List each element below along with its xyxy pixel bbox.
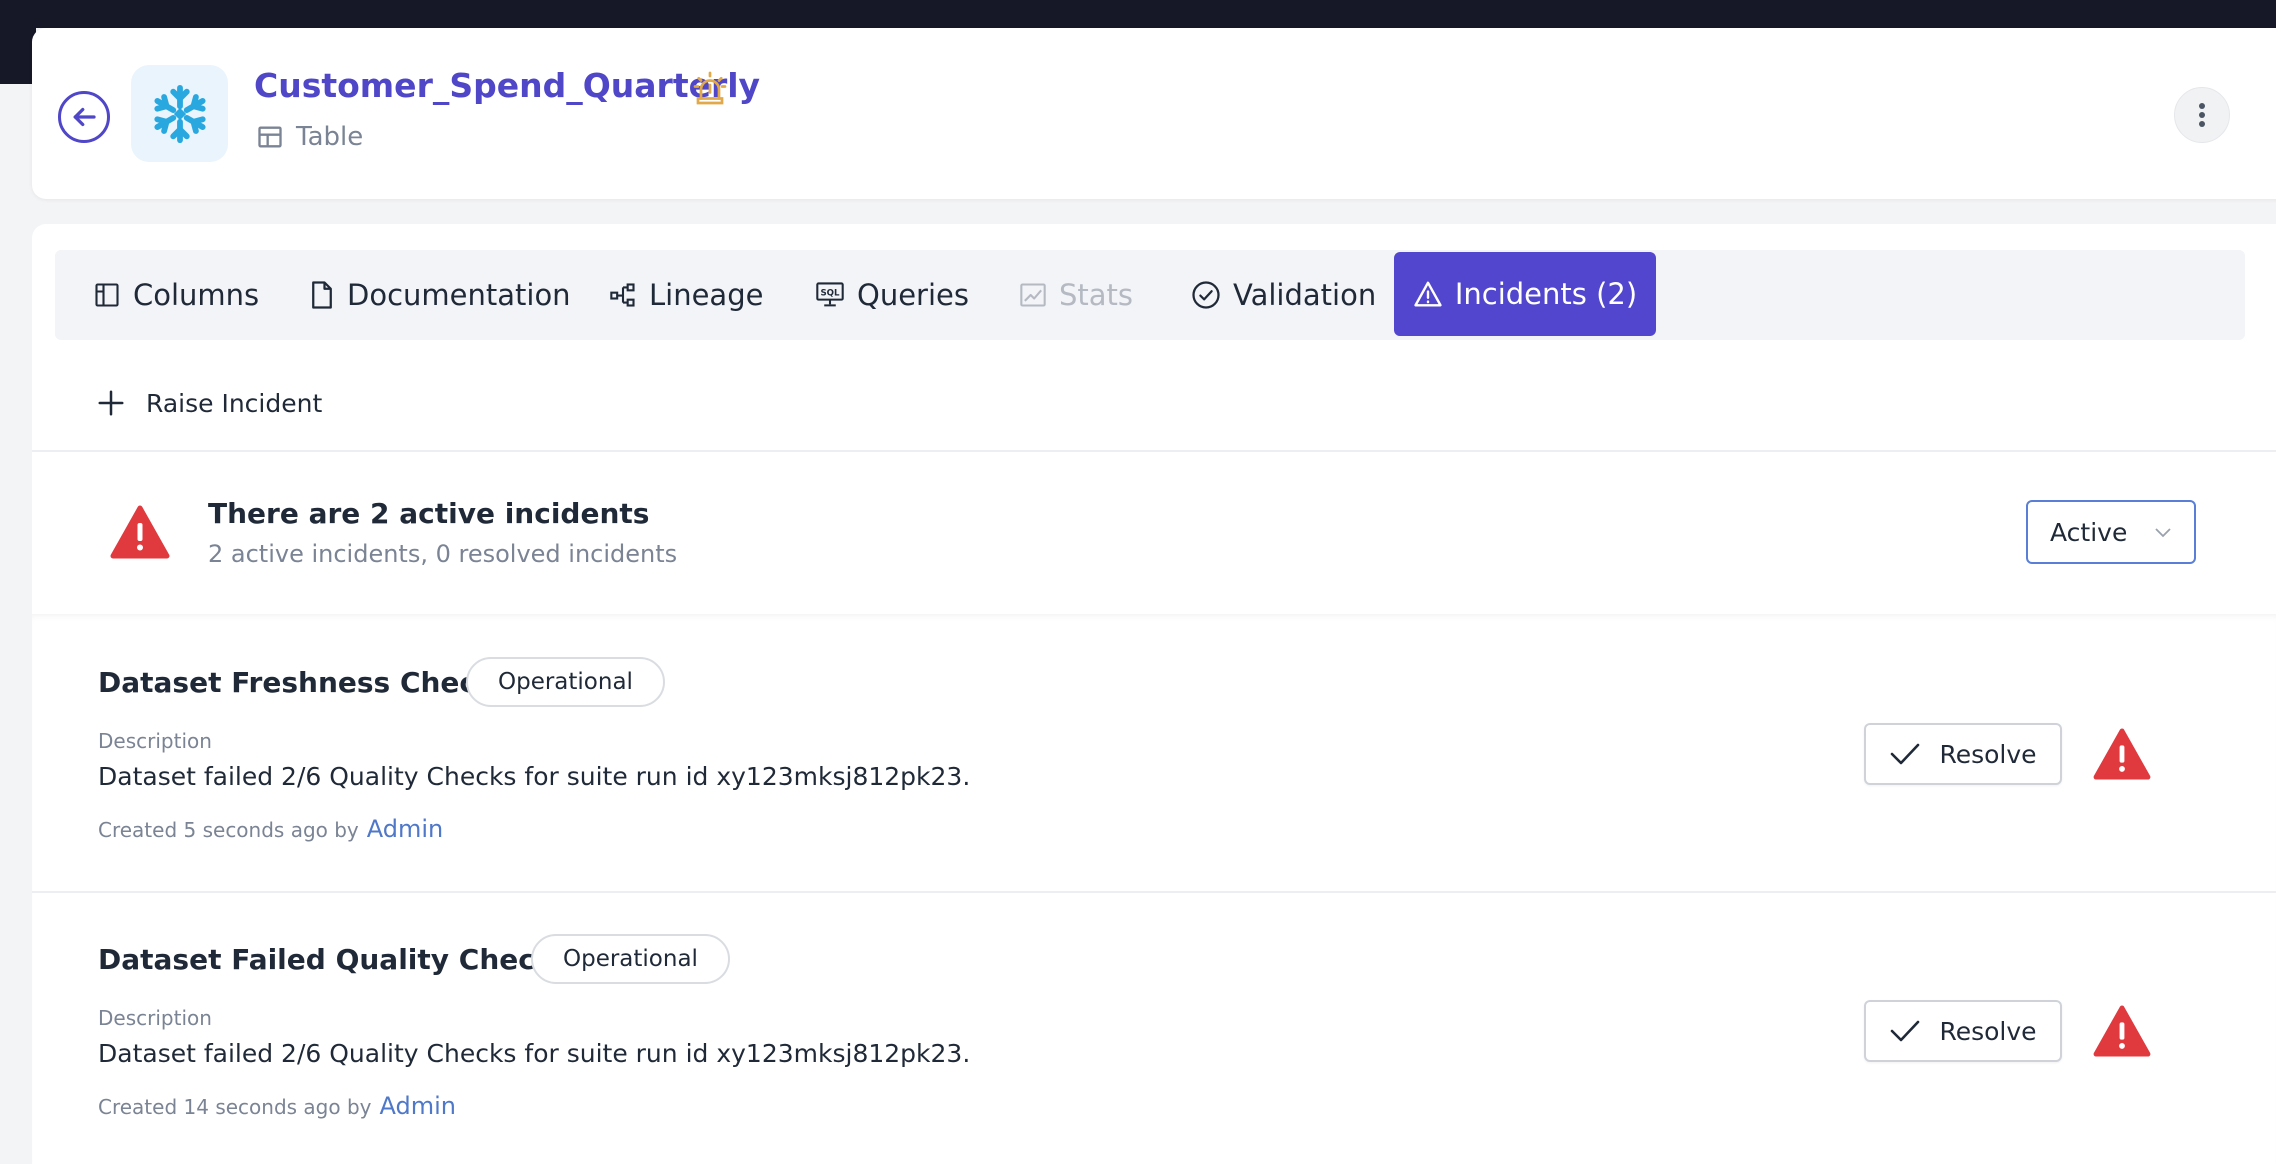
resolve-button[interactable]: Resolve [1864, 1000, 2062, 1062]
incident-summary-subtitle: 2 active incidents, 0 resolved incidents [208, 540, 678, 568]
raise-incident-button[interactable]: Raise Incident [96, 388, 322, 418]
tab-queries[interactable]: SQL Queries [815, 250, 969, 340]
chevron-down-icon [2155, 528, 2171, 538]
incident-description-label: Description [98, 1006, 212, 1030]
tab-label: Validation [1233, 278, 1377, 312]
incident-warning-icon [2093, 728, 2151, 780]
incident-meta: Created 5 seconds ago by Admin [98, 815, 443, 843]
incident-warning-icon [2093, 1005, 2151, 1057]
document-icon [312, 281, 332, 309]
incident-created: Created 5 seconds ago by [98, 818, 359, 842]
raise-incident-label: Raise Incident [146, 388, 323, 418]
chart-icon [1020, 283, 1046, 307]
plus-icon [98, 390, 124, 416]
tab-label: Columns [133, 278, 260, 312]
checkmark-icon [1891, 743, 1920, 765]
top-bar-edge [0, 28, 36, 84]
incident-description: Dataset failed 2/6 Quality Checks for su… [98, 1039, 971, 1068]
more-vertical-icon [2199, 103, 2205, 127]
entity-type: Table [256, 122, 363, 152]
incident-created: Created 14 seconds ago by [98, 1095, 372, 1119]
arrow-left-icon [73, 107, 96, 127]
resolve-label: Resolve [1939, 1016, 2037, 1046]
incident-category-badge: Operational [531, 934, 730, 984]
sql-icon: SQL [816, 282, 844, 307]
divider [32, 891, 2276, 893]
resolve-label: Resolve [1939, 739, 2037, 769]
tab-label: Stats [1059, 278, 1134, 312]
check-circle-icon [1192, 281, 1220, 309]
platform-logo [131, 65, 228, 162]
warning-icon [1414, 281, 1442, 307]
tab-label: Documentation [347, 278, 571, 312]
columns-icon [95, 283, 119, 307]
tab-lineage[interactable]: Lineage [609, 250, 763, 340]
tab-columns[interactable]: Columns [93, 250, 259, 340]
status-filter-value: Active [2050, 517, 2128, 547]
incident-title: Dataset Freshness Check [98, 666, 495, 699]
svg-text:SQL: SQL [820, 289, 840, 299]
tab-incidents[interactable]: Incidents (2) [1394, 252, 1656, 336]
more-options-button[interactable] [2174, 87, 2230, 143]
incident-author-link[interactable]: Admin [380, 1092, 457, 1120]
incident-category-badge: Operational [466, 657, 665, 707]
checkmark-icon [1891, 1020, 1920, 1042]
resolve-button[interactable]: Resolve [1864, 723, 2062, 785]
incident-title: Dataset Failed Quality Checks [98, 943, 571, 976]
top-bar [0, 0, 2276, 28]
incident-author-link[interactable]: Admin [367, 815, 444, 843]
entity-title[interactable]: Customer_Spend_Quarterly [254, 66, 760, 105]
tab-label: Incidents (2) [1454, 277, 1638, 311]
back-button[interactable] [58, 91, 110, 143]
entity-type-label: Table [296, 122, 364, 152]
incident-description-label: Description [98, 729, 212, 753]
tab-label: Lineage [649, 278, 764, 312]
incident-meta: Created 14 seconds ago by Admin [98, 1092, 456, 1120]
alarm-icon [693, 71, 727, 105]
tab-documentation[interactable]: Documentation [309, 250, 571, 340]
warning-triangle-icon [110, 505, 170, 559]
lineage-icon [610, 283, 635, 307]
status-filter-select[interactable]: Active [2026, 500, 2196, 564]
table-icon [258, 126, 282, 148]
snowflake-icon [149, 84, 211, 145]
incident-summary-title: There are 2 active incidents [208, 497, 650, 530]
incident-description: Dataset failed 2/6 Quality Checks for su… [98, 762, 971, 791]
entity-header-card [32, 28, 2276, 199]
tab-label: Queries [857, 278, 969, 312]
divider [32, 450, 2276, 452]
tab-stats[interactable]: Stats [1019, 250, 1133, 340]
tab-validation[interactable]: Validation [1191, 250, 1376, 340]
